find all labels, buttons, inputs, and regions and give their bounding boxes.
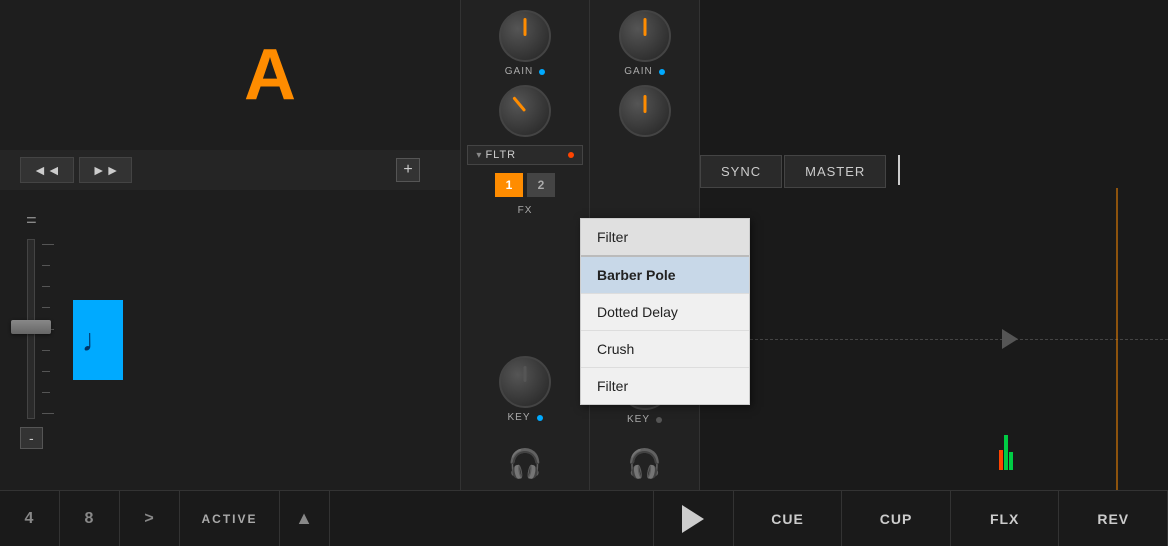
gain-knob-section-top: GAIN xyxy=(461,10,589,77)
gain-knob-right-indicator xyxy=(643,18,646,36)
eq-knob[interactable] xyxy=(499,85,551,137)
waveform-display xyxy=(700,188,1168,490)
main-container: A ◄◄ ►► + = xyxy=(0,0,1168,546)
vu-bar-red xyxy=(999,450,1003,470)
back-button[interactable]: ◄◄ xyxy=(20,157,74,183)
gain-label-row-right: GAIN xyxy=(624,66,664,77)
vu-bar-green-2 xyxy=(1009,452,1013,470)
key-knob-indicator xyxy=(524,366,527,382)
key-label-left: KEY xyxy=(507,412,530,423)
fltr-dot xyxy=(568,152,574,158)
forward-button[interactable]: ►► xyxy=(79,157,133,183)
channel-strip-left: GAIN ▾ FLTR 1 2 FX xyxy=(460,0,590,490)
slider-section: = xyxy=(0,190,460,490)
note-block: ♩ xyxy=(73,300,123,380)
dropdown-item-filter-bottom[interactable]: Filter xyxy=(581,368,749,404)
sync-master-area: SYNC MASTER xyxy=(700,155,1168,188)
fx-label: FX xyxy=(518,205,533,216)
cup-button[interactable]: CUP xyxy=(842,491,951,546)
fx-button-1[interactable]: 1 xyxy=(495,173,523,197)
key-dot-left xyxy=(537,415,543,421)
key-label-row-right: KEY xyxy=(627,414,662,425)
key-knob-section: KEY 🎧 xyxy=(461,336,589,480)
num-4-button[interactable]: 4 xyxy=(0,491,60,546)
sync-button[interactable]: SYNC xyxy=(700,155,782,188)
headphone-icon-right[interactable]: 🎧 xyxy=(627,447,662,480)
gain-label-right: GAIN xyxy=(624,66,652,77)
right-edge-indicator xyxy=(1116,188,1118,490)
key-knob[interactable] xyxy=(499,356,551,408)
equals-icon: = xyxy=(26,210,37,231)
left-panel: A ◄◄ ►► + = xyxy=(0,0,460,490)
play-button-bottom[interactable] xyxy=(654,491,734,546)
music-note-icon: ♩ xyxy=(82,322,114,359)
num-8-button[interactable]: 8 xyxy=(60,491,120,546)
knob-indicator xyxy=(524,18,527,36)
fltr-arrow-icon: ▾ xyxy=(476,150,481,161)
play-icon xyxy=(682,505,704,533)
key-label-right: KEY xyxy=(627,414,650,425)
vu-bar-green-1 xyxy=(1004,435,1008,470)
gain-label-top: GAIN xyxy=(505,66,533,77)
minus-button[interactable]: - xyxy=(20,427,43,449)
vertical-slider[interactable] xyxy=(27,239,35,419)
rev-button[interactable]: REV xyxy=(1059,491,1168,546)
master-button[interactable]: MASTER xyxy=(784,155,886,188)
slider-handle[interactable] xyxy=(11,320,51,334)
cursor-line xyxy=(898,155,900,185)
bottom-spacer xyxy=(330,491,654,546)
arrow-up-button[interactable]: ▲ xyxy=(280,491,330,546)
key-label-row: KEY xyxy=(507,412,542,423)
eq-knob-right-indicator xyxy=(643,95,646,113)
waveform-center-line xyxy=(700,339,1168,340)
play-marker-icon[interactable] xyxy=(1002,329,1018,349)
eq-knob-indicator xyxy=(512,96,526,112)
plus-button[interactable]: + xyxy=(396,158,420,182)
dropdown-item-barber-pole[interactable]: Barber Pole xyxy=(581,257,749,294)
deck-letter: A xyxy=(244,34,296,116)
dropdown-item-filter-header[interactable]: Filter xyxy=(581,219,749,257)
dropdown-item-crush[interactable]: Crush xyxy=(581,331,749,368)
fx-dropdown-menu: Filter Barber Pole Dotted Delay Crush Fi… xyxy=(580,218,750,405)
gain-dot-top xyxy=(539,69,545,75)
fx-buttons-container: 1 2 xyxy=(495,173,555,197)
eq-knob-section-right xyxy=(590,85,699,137)
dropdown-item-dotted-delay[interactable]: Dotted Delay xyxy=(581,294,749,331)
bottom-bar: 4 8 > ACTIVE ▲ CUE CUP FLX REV xyxy=(0,490,1168,546)
fltr-label: FLTR xyxy=(485,149,516,161)
fx-button-2[interactable]: 2 xyxy=(527,173,555,197)
gain-dot-right xyxy=(659,69,665,75)
gain-label-row: GAIN xyxy=(505,66,545,77)
gain-knob-section-right: GAIN xyxy=(590,10,699,77)
key-dot-right xyxy=(656,417,662,423)
eq-knob-right[interactable] xyxy=(619,85,671,137)
gain-knob-right[interactable] xyxy=(619,10,671,62)
left-panel-top: A xyxy=(0,0,460,150)
back-arrow-icon: ◄◄ xyxy=(33,162,61,178)
headphone-icon-left[interactable]: 🎧 xyxy=(508,447,543,480)
active-label-button[interactable]: ACTIVE xyxy=(180,491,280,546)
transport-area: ◄◄ ►► + xyxy=(0,150,460,190)
chevron-button[interactable]: > xyxy=(120,491,180,546)
fltr-section[interactable]: ▾ FLTR xyxy=(467,145,582,165)
flx-button[interactable]: FLX xyxy=(951,491,1060,546)
right-area: SYNC MASTER xyxy=(700,0,1168,490)
forward-arrow-icon: ►► xyxy=(92,162,120,178)
eq-knob-section xyxy=(461,85,589,137)
vu-bars xyxy=(999,435,1013,470)
gain-knob-top[interactable] xyxy=(499,10,551,62)
cue-button[interactable]: CUE xyxy=(734,491,843,546)
